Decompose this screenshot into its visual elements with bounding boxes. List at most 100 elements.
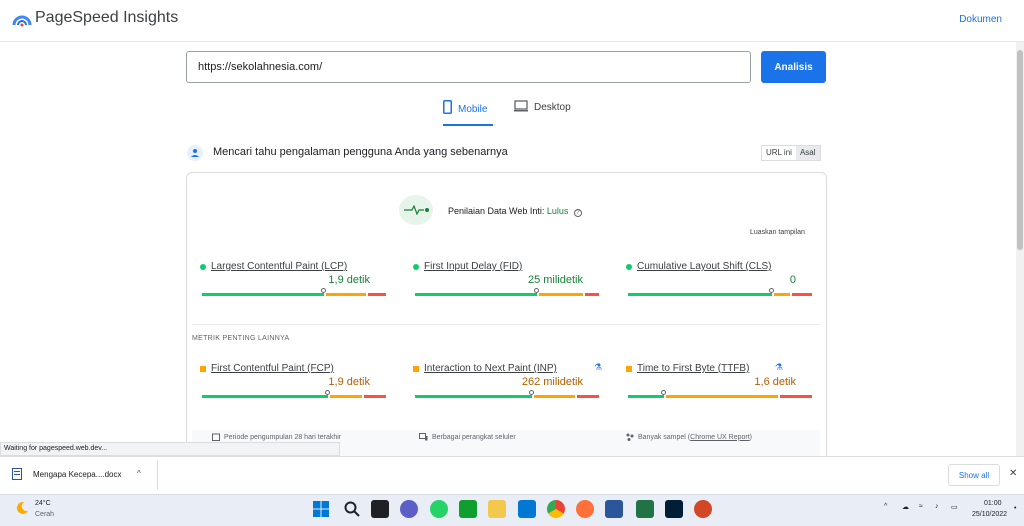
- metric-name[interactable]: Time to First Byte (TTFB): [637, 363, 749, 374]
- tray-chevron-icon[interactable]: ^: [884, 503, 887, 510]
- metric-value: 1,9 detik: [328, 376, 370, 388]
- needs-improvement-segment: [330, 395, 363, 398]
- metric-status-icon: [413, 366, 419, 372]
- good-segment: [415, 293, 538, 296]
- needs-improvement-segment: [774, 293, 791, 296]
- chrome-ux-report-link[interactable]: Chrome UX Report: [690, 434, 750, 441]
- word-doc-icon: [12, 468, 22, 480]
- metric-value: 25 milidetik: [527, 274, 583, 286]
- windows-taskbar: [0, 494, 1024, 526]
- wifi-icon[interactable]: ≈: [919, 503, 923, 510]
- metric-status-icon: [626, 366, 632, 372]
- battery-icon[interactable]: ▭: [951, 503, 958, 511]
- metric-status-icon: [413, 264, 419, 270]
- poor-segment: [577, 395, 599, 398]
- footer-samples-close: ): [749, 433, 753, 441]
- mobile-icon: [443, 100, 452, 114]
- chrome-icon[interactable]: [547, 500, 565, 518]
- file-explorer-icon[interactable]: [488, 500, 506, 518]
- good-segment: [415, 395, 532, 398]
- toggle-this-url[interactable]: URL ini: [762, 146, 796, 160]
- footer-collection-period: Periode pengumpulan 28 hari terakhir: [212, 433, 341, 441]
- expand-view-link[interactable]: Luaskan tampilan: [750, 229, 805, 236]
- footer-samples: Banyak sampel (Chrome UX Report): [626, 433, 752, 441]
- metric-value: 1,6 detik: [754, 376, 796, 388]
- chevron-up-icon[interactable]: ^: [137, 469, 141, 478]
- needs-improvement-segment: [666, 395, 778, 398]
- firefox-icon[interactable]: [576, 500, 594, 518]
- whatsapp-icon[interactable]: [430, 500, 448, 518]
- experimental-flask-icon: ⚗: [774, 362, 783, 372]
- cwv-status: Lulus: [546, 206, 569, 216]
- weather-temperature: 24°C: [35, 500, 51, 507]
- search-icon[interactable]: [343, 500, 361, 518]
- footer-devices: Berbagai perangkat seluler: [419, 433, 516, 441]
- url-input[interactable]: [186, 51, 751, 83]
- needs-improvement-segment: [534, 395, 576, 398]
- clock-time[interactable]: 01:00: [984, 500, 1002, 507]
- poor-segment: [367, 293, 386, 296]
- metric-distribution-bar: [415, 293, 601, 296]
- notification-icon[interactable]: •: [1014, 505, 1016, 512]
- download-bar: [0, 456, 1024, 494]
- photoshop-icon[interactable]: [665, 500, 683, 518]
- metric-distribution-bar: [202, 293, 388, 296]
- volume-icon[interactable]: ♪: [935, 503, 939, 510]
- metric-name[interactable]: Interaction to Next Paint (INP): [424, 363, 557, 374]
- scrollbar-thumb[interactable]: [1017, 50, 1023, 250]
- tab-desktop[interactable]: Desktop: [514, 100, 574, 126]
- docs-link[interactable]: Dokumen: [959, 14, 1002, 25]
- good-segment: [202, 293, 325, 296]
- needs-improvement-segment: [539, 293, 583, 296]
- notepad-icon[interactable]: [518, 500, 536, 518]
- help-icon[interactable]: ?: [573, 209, 582, 217]
- show-all-button[interactable]: Show all: [948, 464, 1000, 486]
- close-icon[interactable]: ✕: [1009, 468, 1017, 479]
- weather-condition: Cerah: [35, 511, 55, 518]
- weather-moon-icon[interactable]: [14, 500, 30, 516]
- excel-icon[interactable]: [636, 500, 654, 518]
- powerpoint-icon[interactable]: [694, 500, 712, 518]
- onedrive-icon[interactable]: ☁: [902, 503, 909, 511]
- windows-start-icon[interactable]: [313, 501, 329, 517]
- cwv-label: Penilaian Data Web Inti:: [448, 206, 545, 216]
- desktop-icon: [514, 100, 528, 112]
- users-icon: [187, 145, 203, 161]
- metric-name[interactable]: First Input Delay (FID): [424, 261, 522, 272]
- poor-segment: [792, 293, 812, 296]
- percentile-marker: [529, 390, 534, 395]
- footer-period-text: Periode pengumpulan 28 hari terakhir: [224, 433, 342, 441]
- metric-name[interactable]: Largest Contentful Paint (LCP): [211, 261, 347, 272]
- toggle-origin[interactable]: Asal: [795, 146, 820, 160]
- camtasia-icon[interactable]: [459, 500, 477, 518]
- analyze-button[interactable]: Analisis: [761, 51, 826, 83]
- metric-distribution-bar: [628, 293, 814, 296]
- task-view-icon[interactable]: [371, 500, 389, 518]
- word-icon[interactable]: [605, 500, 623, 518]
- download-divider: [157, 460, 158, 490]
- poor-segment: [364, 395, 386, 398]
- tab-mobile[interactable]: Mobile: [443, 100, 493, 126]
- clock-date[interactable]: 25/10/2022: [972, 511, 1007, 518]
- download-item-name[interactable]: Mengapa Kecepa....docx: [33, 470, 122, 479]
- url-origin-toggle: URL ini Asal: [761, 145, 821, 161]
- metric-name[interactable]: Cumulative Layout Shift (CLS): [637, 261, 772, 272]
- metric-status-icon: [200, 366, 206, 372]
- needs-improvement-segment: [326, 293, 366, 296]
- good-segment: [202, 395, 328, 398]
- percentile-marker: [661, 390, 666, 395]
- cwv-assessment: Penilaian Data Web Inti: Lulus ?: [448, 206, 582, 217]
- teams-chat-icon[interactable]: [400, 500, 418, 518]
- poor-segment: [779, 395, 812, 398]
- metric-value: 0: [789, 274, 796, 286]
- devices-icon: [419, 433, 428, 441]
- app-title: PageSpeed Insights: [35, 9, 179, 26]
- good-segment: [628, 395, 664, 398]
- pulse-icon: [404, 205, 429, 215]
- browser-status-text: Waiting for pagespeed.web.dev...: [0, 442, 340, 456]
- metric-status-icon: [626, 264, 632, 270]
- good-segment: [628, 293, 772, 296]
- footer-samples-text: Banyak sampel (: [638, 433, 691, 441]
- metric-name[interactable]: First Contentful Paint (FCP): [211, 363, 334, 374]
- percentile-marker: [325, 390, 330, 395]
